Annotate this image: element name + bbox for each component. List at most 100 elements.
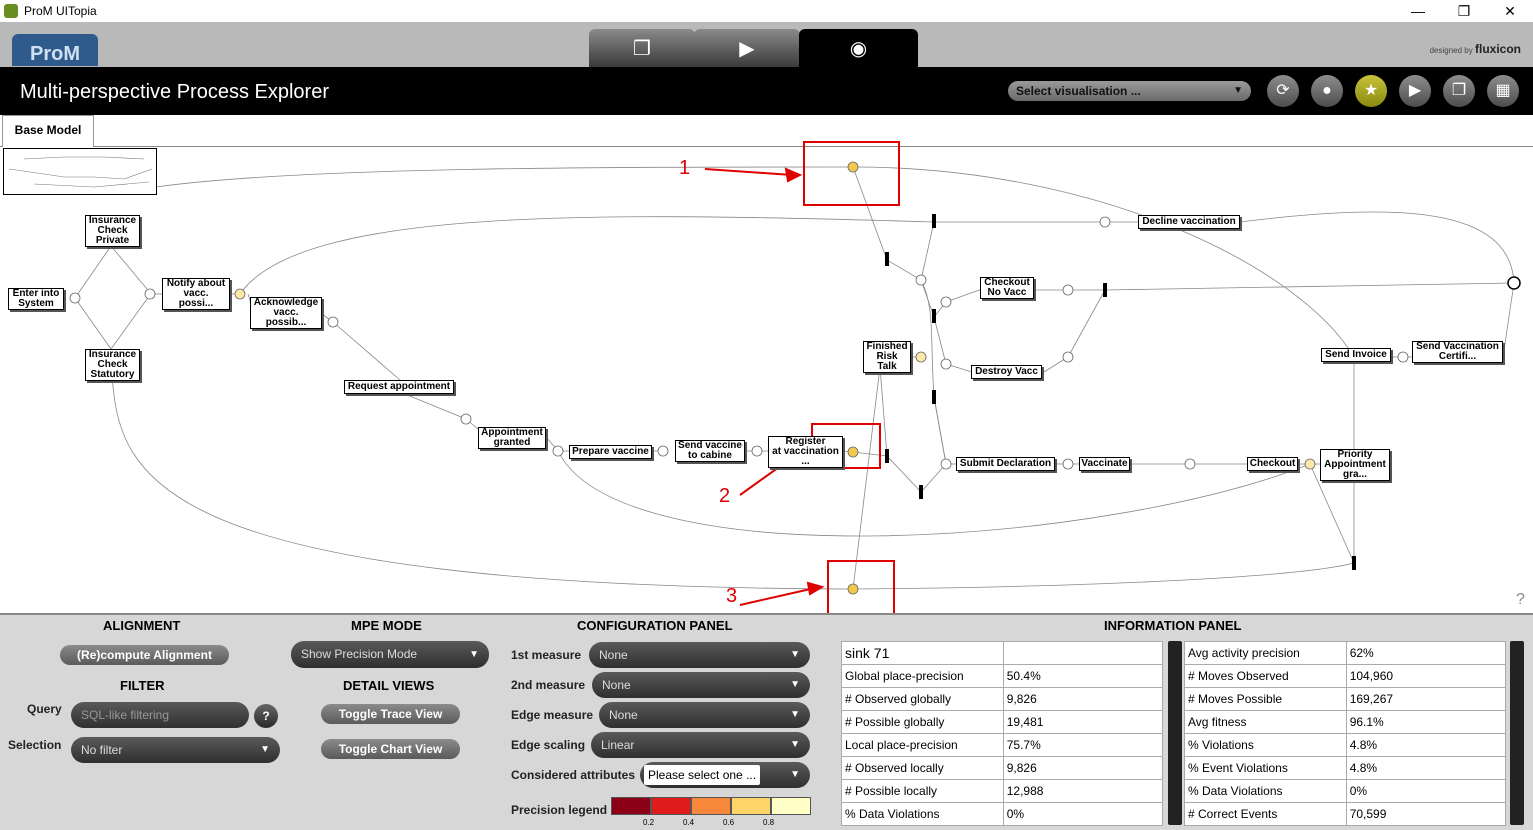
info-row[interactable]: % Violations 4.8%	[1184, 733, 1507, 757]
minimize-button[interactable]: —	[1395, 0, 1441, 22]
chevron-down-icon: ▼	[260, 744, 270, 755]
activity-checkout-no-vacc[interactable]: Checkout No Vacc	[980, 277, 1034, 299]
activity-insurance-check-statutory[interactable]: Insurance Check Statutory	[85, 349, 140, 381]
info-row[interactable]: % Data Violations 0%	[1184, 779, 1507, 803]
activity-submit-declaration[interactable]: Submit Declaration	[956, 457, 1055, 471]
info-key: Global place-precision	[841, 664, 1004, 688]
config-panel-title: CONFIGURATION PANEL	[577, 618, 733, 633]
precision-legend-label: Precision legend	[511, 803, 608, 817]
info-row[interactable]: # Correct Events 70,599	[1184, 802, 1507, 826]
edge-scaling-value: Linear	[601, 738, 635, 752]
first-measure-label: 1st measure	[511, 648, 582, 662]
activity-priority-appointment[interactable]: Priority Appointment gra...	[1320, 449, 1390, 481]
chevron-down-icon: ▼	[790, 769, 800, 780]
legend-tick: 0.8	[763, 818, 775, 827]
info-key: % Violations	[1184, 733, 1347, 757]
annotation-1: 1	[679, 157, 691, 179]
info-row[interactable]: sink 71	[841, 641, 1164, 665]
activity-decline-vaccination[interactable]: Decline vaccination	[1138, 215, 1240, 229]
info-value: 12,988	[1002, 779, 1164, 803]
info-row[interactable]: % Event Violations 4.8%	[1184, 756, 1507, 780]
second-measure-value: None	[602, 678, 631, 692]
info-value: 75.7%	[1002, 733, 1164, 757]
first-measure-dropdown[interactable]: None ▼	[589, 642, 810, 668]
info-key: # Moves Possible	[1184, 687, 1347, 711]
activity-register-at-vaccination[interactable]: Register at vaccination...	[768, 436, 843, 468]
play-icon: ▶	[1408, 82, 1422, 99]
edge-measure-value: None	[609, 708, 638, 722]
activity-request-appointment[interactable]: Request appointment	[344, 380, 454, 394]
info-table-scrollbar[interactable]	[1510, 641, 1524, 825]
considered-attributes-dropdown[interactable]: Please select one ... ▼	[640, 762, 810, 788]
tab-workspace[interactable]: ❐	[589, 29, 695, 67]
info-table-scrollbar[interactable]	[1168, 641, 1182, 825]
chevron-down-icon: ▼	[790, 679, 800, 690]
selection-dropdown[interactable]: No filter ▼	[71, 737, 280, 763]
prom-app-icon	[4, 4, 18, 18]
edge-scaling-dropdown[interactable]: Linear ▼	[591, 732, 810, 758]
brand-prefix: designed by	[1429, 46, 1473, 55]
info-row[interactable]: Avg activity precision 62%	[1184, 641, 1507, 665]
activity-notify-about-vacc[interactable]: Notify about vacc. possi...	[162, 278, 230, 310]
process-model-canvas[interactable]: 1 2 3 Enter into System Insurance Check Pri…	[0, 141, 1533, 617]
info-row[interactable]: Avg fitness 96.1%	[1184, 710, 1507, 734]
mpe-mode-dropdown[interactable]: Show Precision Mode ▼	[291, 641, 489, 668]
window-title: ProM UITopia	[24, 4, 97, 18]
tab-base-model[interactable]: Base Model	[2, 115, 94, 148]
query-input[interactable]: SQL-like filtering	[71, 702, 249, 728]
activity-send-vaccination-certificate[interactable]: Send Vaccination Certifi...	[1412, 341, 1503, 363]
play-button[interactable]: ▶	[1399, 75, 1431, 107]
activity-prepare-vaccine[interactable]: Prepare vaccine	[569, 445, 652, 459]
activity-vaccinate[interactable]: Vaccinate	[1079, 457, 1130, 471]
activity-finished-risk-talk[interactable]: Finished Risk Talk	[863, 341, 911, 373]
tab-actions[interactable]: ▶	[694, 29, 800, 67]
activity-checkout[interactable]: Checkout	[1247, 457, 1298, 471]
tab-views[interactable]: ◉	[799, 29, 918, 67]
close-button[interactable]: ✕	[1487, 0, 1533, 22]
query-help-button[interactable]: ?	[254, 704, 278, 728]
refresh-button[interactable]: ⟳	[1267, 75, 1299, 107]
process-edges	[69, 161, 1521, 606]
info-value	[1002, 641, 1164, 665]
info-row[interactable]: # Possible locally 12,988	[841, 779, 1164, 803]
info-row[interactable]: # Observed globally 9,826	[841, 687, 1164, 711]
edge-measure-dropdown[interactable]: None ▼	[599, 702, 810, 728]
favorite-button[interactable]: ★	[1355, 75, 1387, 107]
activity-insurance-check-private[interactable]: Insurance Check Private	[85, 215, 140, 247]
activity-appointment-granted[interactable]: Appointment granted	[478, 427, 546, 449]
annotation-2: 2	[719, 485, 731, 507]
info-row[interactable]: # Possible globally 19,481	[841, 710, 1164, 734]
chevron-down-icon: ▼	[1233, 85, 1243, 96]
help-icon[interactable]: ?	[1516, 591, 1525, 609]
info-value: 50.4%	[1002, 664, 1164, 688]
activity-send-vaccine-to-cabine[interactable]: Send vaccine to cabine	[675, 440, 745, 462]
info-row[interactable]: # Moves Observed 104,960	[1184, 664, 1507, 688]
info-row[interactable]: Global place-precision 50.4%	[841, 664, 1164, 688]
drop-button[interactable]: ●	[1311, 75, 1343, 107]
info-row[interactable]: # Moves Possible 169,267	[1184, 687, 1507, 711]
second-measure-label: 2nd measure	[511, 678, 586, 692]
activity-enter-into-system[interactable]: Enter into System	[8, 288, 64, 310]
selection-label: Selection	[8, 738, 62, 752]
info-row[interactable]: Local place-precision 75.7%	[841, 733, 1164, 757]
grid-button[interactable]: ▦	[1487, 75, 1519, 107]
info-row[interactable]: # Observed locally 9,826	[841, 756, 1164, 780]
brand: designed by fluxicon	[1430, 42, 1521, 56]
info-key: sink 71	[841, 641, 1004, 665]
copy-button[interactable]: ❐	[1443, 75, 1475, 107]
information-panel-title: INFORMATION PANEL	[1104, 618, 1242, 633]
second-measure-dropdown[interactable]: None ▼	[592, 672, 810, 698]
edge-scaling-label: Edge scaling	[511, 738, 586, 752]
select-visualisation-dropdown[interactable]: Select visualisation ... ▼	[1008, 81, 1251, 101]
maximize-button[interactable]: ❐	[1441, 0, 1487, 22]
activity-send-invoice[interactable]: Send Invoice	[1321, 348, 1391, 362]
toggle-chart-view-button[interactable]: Toggle Chart View	[321, 739, 460, 759]
info-row[interactable]: % Data Violations 0%	[841, 802, 1164, 826]
activity-destroy-vacc[interactable]: Destroy Vacc	[971, 365, 1042, 379]
activity-acknowledge-vacc[interactable]: Acknowledge vacc. possib...	[250, 297, 322, 329]
toggle-trace-view-button[interactable]: Toggle Trace View	[321, 704, 460, 724]
legend-swatch-5	[771, 797, 811, 815]
model-minimap[interactable]	[3, 148, 157, 195]
recompute-alignment-button[interactable]: (Re)compute Alignment	[60, 645, 229, 665]
info-value: 4.8%	[1345, 756, 1507, 780]
